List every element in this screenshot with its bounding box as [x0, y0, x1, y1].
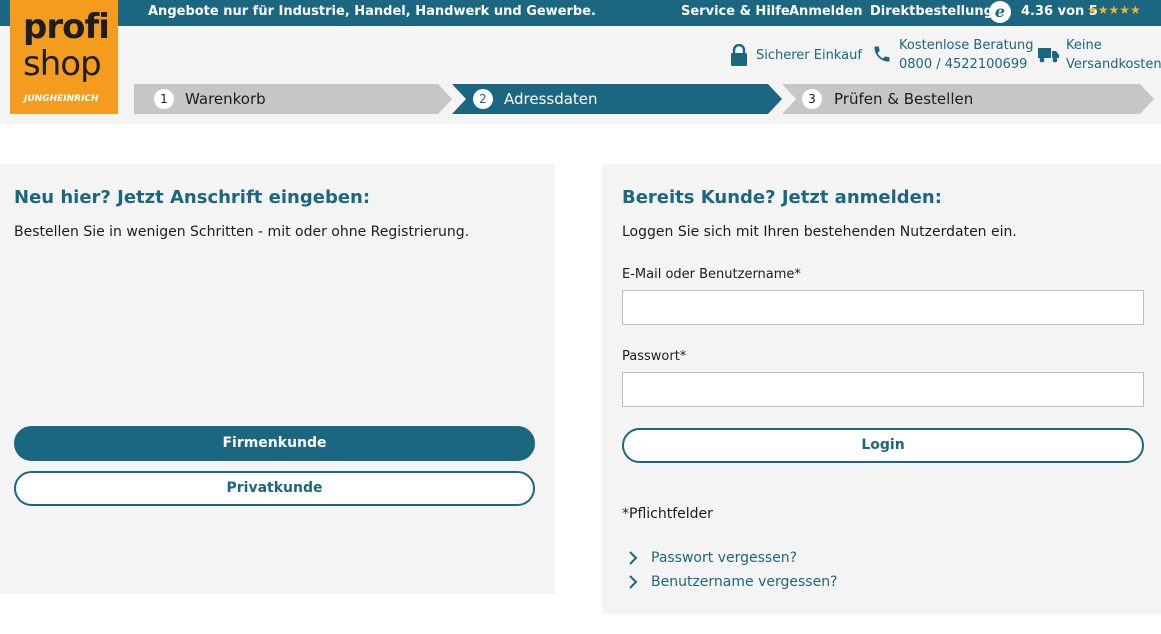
email-label: E-Mail oder Benutzername*	[622, 267, 801, 282]
logo-brand-text: JUNGHEINRICH	[24, 94, 99, 104]
free-shipping-line1: Keine	[1066, 38, 1102, 53]
secure-shopping-text: Sicherer Einkauf	[756, 48, 862, 63]
profishop-logo[interactable]: profi shop JUNGHEINRICH	[10, 0, 118, 114]
forgot-password-link[interactable]: Passwort vergessen?	[651, 550, 797, 566]
nav-service-link[interactable]: Service & Hilfe	[681, 4, 790, 19]
nav-direct-order-link[interactable]: Direktbestellung	[870, 4, 993, 19]
company-customer-button[interactable]: Firmenkunde	[14, 426, 535, 461]
chevron-right-icon	[629, 551, 638, 565]
step-label: Warenkorb	[185, 90, 266, 108]
new-customer-title: Neu hier? Jetzt Anschrift eingeben:	[14, 187, 371, 208]
step-label: Prüfen & Bestellen	[834, 90, 974, 108]
step-number: 3	[802, 89, 822, 109]
password-label: Passwort*	[622, 349, 687, 364]
step-cart[interactable]: 1 Warenkorb	[134, 84, 452, 114]
required-fields-note: *Pflichtfelder	[622, 506, 713, 522]
chevron-right-icon	[629, 575, 638, 589]
rating-stars-icon: ★★★★★	[1087, 3, 1141, 17]
phone-icon	[874, 46, 890, 62]
top-bar: Angebote nur für Industrie, Handel, Hand…	[0, 0, 1161, 26]
email-input[interactable]	[622, 290, 1144, 325]
forgot-username-link[interactable]: Benutzername vergessen?	[651, 574, 838, 590]
free-shipping-line2: Versandkosten	[1066, 57, 1161, 72]
new-customer-panel: Neu hier? Jetzt Anschrift eingeben: Best…	[0, 164, 555, 594]
logo-text-shop: shop	[23, 44, 102, 84]
truck-icon	[1038, 48, 1059, 63]
step-number: 2	[473, 89, 493, 109]
login-subtitle: Loggen Sie sich mit Ihren bestehenden Nu…	[622, 224, 1017, 240]
password-input[interactable]	[622, 372, 1144, 407]
new-customer-subtitle: Bestellen Sie in wenigen Schritten - mit…	[14, 224, 470, 240]
step-review-order: 3 Prüfen & Bestellen	[782, 84, 1154, 114]
step-address: 2 Adressdaten	[452, 84, 782, 114]
promo-text: Angebote nur für Industrie, Handel, Hand…	[148, 4, 596, 19]
login-button[interactable]: Login	[622, 428, 1144, 463]
free-consultation-title: Kostenlose Beratung	[899, 38, 1034, 53]
nav-login-link[interactable]: Anmelden	[789, 4, 863, 19]
login-title: Bereits Kunde? Jetzt anmelden:	[622, 187, 942, 208]
step-number: 1	[154, 89, 174, 109]
login-panel: Bereits Kunde? Jetzt anmelden: Loggen Si…	[602, 164, 1161, 614]
lock-icon	[731, 44, 747, 66]
step-label: Adressdaten	[504, 90, 598, 108]
trusted-shops-icon[interactable]: e	[989, 1, 1011, 23]
consultation-phone-link[interactable]: 0800 / 4522100699	[899, 55, 1027, 74]
logo-text-profi: profi	[23, 7, 110, 47]
private-customer-button[interactable]: Privatkunde	[14, 471, 535, 506]
